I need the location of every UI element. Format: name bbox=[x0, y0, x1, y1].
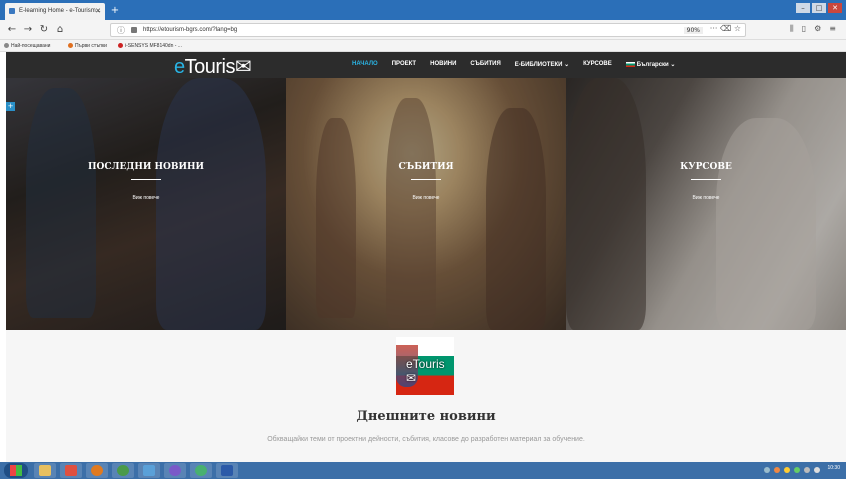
main-nav: НАЧАЛО ПРОЕКТ НОВИНИ СЪБИТИЯ Е-БИБЛИОТЕК… bbox=[352, 61, 689, 68]
extensions-icon[interactable]: ⚙ bbox=[814, 24, 821, 34]
folder-icon bbox=[143, 465, 155, 476]
nav-courses[interactable]: КУРСОВЕ bbox=[583, 61, 612, 68]
bookmark-item[interactable]: i-SENSYS MF8140dn - ... bbox=[118, 43, 182, 49]
windows-logo-icon bbox=[10, 465, 22, 476]
tray-icon[interactable] bbox=[764, 467, 770, 473]
system-tray bbox=[764, 467, 820, 473]
site-logo[interactable]: eTouris✉ bbox=[174, 54, 252, 79]
nav-language[interactable]: Български ⌄ bbox=[625, 61, 675, 68]
maximize-icon[interactable]: □ bbox=[812, 3, 826, 13]
page-info-icon[interactable]: ⓘ bbox=[117, 25, 125, 36]
bookmarks-bar: Най-посещавани Първи стъпки i-SENSYS MF8… bbox=[0, 40, 846, 52]
taskbar-clock[interactable]: 10:30 bbox=[827, 465, 840, 471]
hero-events-more-link[interactable]: Виж повече bbox=[286, 195, 566, 201]
tab-close-icon[interactable]: ✕ bbox=[95, 7, 101, 15]
new-tab-button[interactable]: + bbox=[109, 5, 121, 17]
taskbar-app-explorer[interactable] bbox=[34, 463, 56, 478]
taskbar-app-qt[interactable] bbox=[190, 463, 212, 478]
minimize-icon[interactable]: – bbox=[796, 3, 810, 13]
site-header: eTouris✉ НАЧАЛО ПРОЕКТ НОВИНИ СЪБИТИЯ Е-… bbox=[6, 52, 846, 78]
address-bar[interactable]: ⓘ https://etourism-bgrs.com/?lang=bg 90%… bbox=[110, 23, 746, 37]
tab-title: E-learning Home - e-Tourism... bbox=[19, 8, 101, 14]
page-actions-icon[interactable]: ··· ⌫ ☆ bbox=[710, 24, 741, 33]
nav-e-libraries[interactable]: Е-БИБЛИОТЕКИ ⌄ bbox=[515, 61, 569, 68]
divider bbox=[691, 179, 721, 180]
news-section: eTouris✉ Днешните новини Обхващайки теми… bbox=[6, 330, 846, 462]
hero-section: ПОСЛЕДНИ НОВИНИ Виж повече СЪБИТИЯ Виж п… bbox=[6, 78, 846, 330]
menu-icon[interactable]: ≡ bbox=[829, 24, 836, 34]
hero-news-title: ПОСЛЕДНИ НОВИНИ bbox=[88, 162, 204, 172]
bookmark-item[interactable]: Първи стъпки bbox=[68, 43, 107, 49]
hero-panel-news[interactable]: ПОСЛЕДНИ НОВИНИ Виж повече bbox=[6, 78, 286, 330]
nav-home[interactable]: НАЧАЛО bbox=[352, 61, 378, 68]
close-window-icon[interactable]: ✕ bbox=[828, 3, 842, 13]
envelope-icon: ✉ bbox=[234, 56, 252, 78]
browser-toolbar-right: ⫼ ▯ ⚙ ≡ bbox=[790, 24, 836, 34]
window-controls: – □ ✕ bbox=[796, 3, 842, 13]
windows-taskbar: 10:30 bbox=[0, 462, 846, 479]
taskbar-app-chrome[interactable] bbox=[112, 463, 134, 478]
start-button[interactable] bbox=[4, 463, 28, 478]
hero-courses-title: КУРСОВЕ bbox=[680, 162, 732, 172]
tray-icon[interactable] bbox=[774, 467, 780, 473]
chrome-icon bbox=[117, 465, 129, 476]
browser-nav-bar: ← → ↻ ⌂ ⓘ https://etourism-bgrs.com/?lan… bbox=[0, 20, 846, 40]
hero-news-more-link[interactable]: Виж повече bbox=[6, 195, 286, 201]
sidebar-icon[interactable]: ▯ bbox=[802, 24, 806, 34]
bookmark-icon bbox=[118, 43, 123, 48]
browser-tab-bar: E-learning Home - e-Tourism... ✕ + – □ ✕ bbox=[0, 0, 846, 20]
nav-events[interactable]: СЪБИТИЯ bbox=[470, 61, 500, 68]
tray-icon[interactable] bbox=[794, 467, 800, 473]
news-subtitle: Обхващайки теми от проектни дейности, съ… bbox=[267, 436, 585, 443]
word-icon bbox=[221, 465, 233, 476]
bookmark-icon bbox=[68, 43, 73, 48]
nav-news[interactable]: НОВИНИ bbox=[430, 61, 456, 68]
app-icon bbox=[195, 465, 207, 476]
volume-icon[interactable] bbox=[814, 467, 820, 473]
lock-icon bbox=[131, 27, 137, 33]
media-icon bbox=[65, 465, 77, 476]
hero-panel-courses[interactable]: КУРСОВЕ Виж повече bbox=[566, 78, 846, 330]
taskbar-app-firefox[interactable] bbox=[86, 463, 108, 478]
viber-icon bbox=[169, 465, 181, 476]
library-icon[interactable]: ⫼ bbox=[790, 24, 794, 34]
folder-icon bbox=[39, 465, 51, 476]
browser-tab[interactable]: E-learning Home - e-Tourism... ✕ bbox=[5, 3, 105, 20]
bookmark-item[interactable]: Най-посещавани bbox=[4, 43, 50, 49]
bookmark-icon bbox=[4, 43, 9, 48]
taskbar-app-explorer-folder[interactable] bbox=[138, 463, 160, 478]
firefox-icon bbox=[91, 465, 103, 476]
news-heading: Днешните новини bbox=[356, 409, 496, 424]
project-badge-image: eTouris✉ bbox=[396, 337, 454, 395]
hero-courses-more-link[interactable]: Виж повече bbox=[566, 195, 846, 201]
badge-logo: eTouris✉ bbox=[406, 357, 445, 385]
hero-events-title: СЪБИТИЯ bbox=[398, 162, 454, 172]
tray-icon[interactable] bbox=[784, 467, 790, 473]
zoom-level[interactable]: 90% bbox=[683, 27, 703, 34]
home-icon[interactable]: ⌂ bbox=[54, 23, 66, 37]
taskbar-app-word[interactable] bbox=[216, 463, 238, 478]
taskbar-app-media[interactable] bbox=[60, 463, 82, 478]
url-text[interactable]: https://etourism-bgrs.com/?lang=bg bbox=[143, 27, 237, 33]
site-favicon-icon bbox=[9, 8, 15, 14]
nav-project[interactable]: ПРОЕКТ bbox=[392, 61, 416, 68]
forward-icon[interactable]: → bbox=[22, 23, 34, 37]
reload-icon[interactable]: ↻ bbox=[38, 23, 50, 37]
tray-icon[interactable] bbox=[804, 467, 810, 473]
expand-button[interactable]: + bbox=[6, 102, 15, 111]
hero-panel-events[interactable]: СЪБИТИЯ Виж повече bbox=[286, 78, 566, 330]
divider bbox=[131, 179, 161, 180]
back-icon[interactable]: ← bbox=[6, 23, 18, 37]
bulgarian-flag-icon bbox=[625, 62, 635, 67]
taskbar-app-viber[interactable] bbox=[164, 463, 186, 478]
divider bbox=[411, 179, 441, 180]
